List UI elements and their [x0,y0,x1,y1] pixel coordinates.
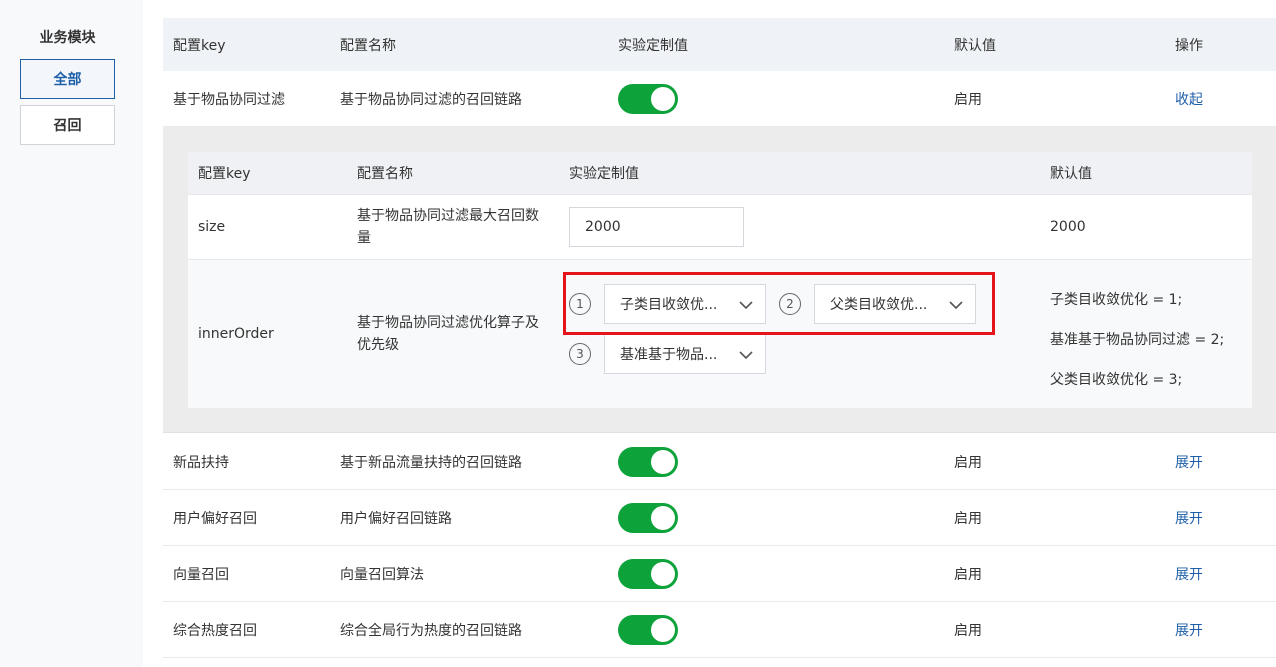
header-action: 操作 [1175,37,1203,54]
size-key: size [198,219,226,235]
expand-link[interactable]: 展开 [1175,490,1203,545]
sub-table-row: size 基于物品协同过滤最大召回数量 2000 2000 [188,195,1252,260]
sidebar: 业务模块 全部 召回 [0,0,143,667]
filter-all-button[interactable]: 全部 [20,59,115,99]
row-name: 用户偏好召回链路 [340,510,452,527]
row-toggle-cell [618,71,678,126]
sub-header-default: 默认值 [1050,166,1092,182]
row-default: 启用 [954,91,982,108]
order-name-cell: 基于物品协同过滤优化算子及优先级 [357,260,547,408]
size-name-cell: 基于物品协同过滤最大召回数量 [357,195,547,259]
row-default: 启用 [954,510,982,527]
enable-toggle[interactable] [618,558,678,589]
order-default-1: 子类目收敛优化 = 1; [1050,292,1183,308]
header-default: 默认值 [954,37,996,54]
order-name: 基于物品协同过滤优化算子及优先级 [357,315,539,353]
row-key: 用户偏好召回 [173,510,257,527]
table-row: 向量召回 向量召回算法 启用 展开 [163,546,1276,602]
table-row: 综合热度召回 综合全局行为热度的召回链路 启用 展开 [163,602,1276,658]
order-select-3[interactable]: 基准基于物品... [604,334,766,374]
enable-toggle[interactable] [618,502,678,533]
row-name: 基于新品流量扶持的召回链路 [340,454,522,471]
row-name: 向量召回算法 [340,566,424,583]
sub-header-key: 配置key [198,166,251,182]
order-default-3: 父类目收敛优化 = 3; [1050,372,1183,388]
order-default-2: 基准基于物品协同过滤 = 2; [1050,332,1225,348]
enable-toggle[interactable] [618,83,678,114]
row-toggle-cell [618,434,678,489]
order-key: innerOrder [198,326,274,342]
order-index-3: 3 [569,343,591,365]
row-key: 向量召回 [173,566,229,583]
size-default: 2000 [1050,219,1086,235]
enable-toggle[interactable] [618,614,678,645]
row-key: 综合热度召回 [173,622,257,639]
header-name: 配置名称 [340,37,396,54]
row-toggle-cell [618,602,678,657]
size-input[interactable]: 2000 [569,207,744,247]
sub-header-custom-value: 实验定制值 [569,166,639,182]
order-defaults: 子类目收敛优化 = 1; 基准基于物品协同过滤 = 2; 父类目收敛优化 = 3… [1050,260,1250,408]
filter-recall-button[interactable]: 召回 [20,105,115,145]
row-toggle-cell [618,490,678,545]
table-row: 新品扶持 基于新品流量扶持的召回链路 启用 展开 [163,434,1276,490]
row-name: 综合全局行为热度的召回链路 [340,622,522,639]
size-name: 基于物品协同过滤最大召回数量 [357,208,539,246]
row-key: 基于物品协同过滤 [173,91,285,108]
expand-link[interactable]: 展开 [1175,434,1203,489]
row-toggle-cell [618,546,678,601]
chevron-down-icon [739,351,753,360]
collapse-link[interactable]: 收起 [1175,71,1203,126]
order-select-3-value: 基准基于物品... [620,347,718,363]
size-input-cell: 2000 [569,195,744,259]
expand-link[interactable]: 展开 [1175,602,1203,657]
header-key: 配置key [173,37,226,54]
table-row: 基于物品协同过滤 基于物品协同过滤的召回链路 启用 收起 [163,71,1276,127]
row-default: 启用 [954,622,982,639]
sidebar-title: 业务模块 [39,30,96,46]
row-default: 启用 [954,566,982,583]
row-key: 新品扶持 [173,454,229,471]
enable-toggle[interactable] [618,446,678,477]
header-custom-value: 实验定制值 [618,37,688,54]
row-default: 启用 [954,454,982,471]
table-row: 用户偏好召回 用户偏好召回链路 启用 展开 [163,490,1276,546]
sub-table-header: 配置key 配置名称 实验定制值 默认值 [188,152,1252,195]
highlight-box [563,272,995,335]
expand-link[interactable]: 展开 [1175,546,1203,601]
row-name: 基于物品协同过滤的召回链路 [340,91,522,108]
sub-header-name: 配置名称 [357,166,413,182]
table-header: 配置key 配置名称 实验定制值 默认值 操作 [163,18,1276,71]
